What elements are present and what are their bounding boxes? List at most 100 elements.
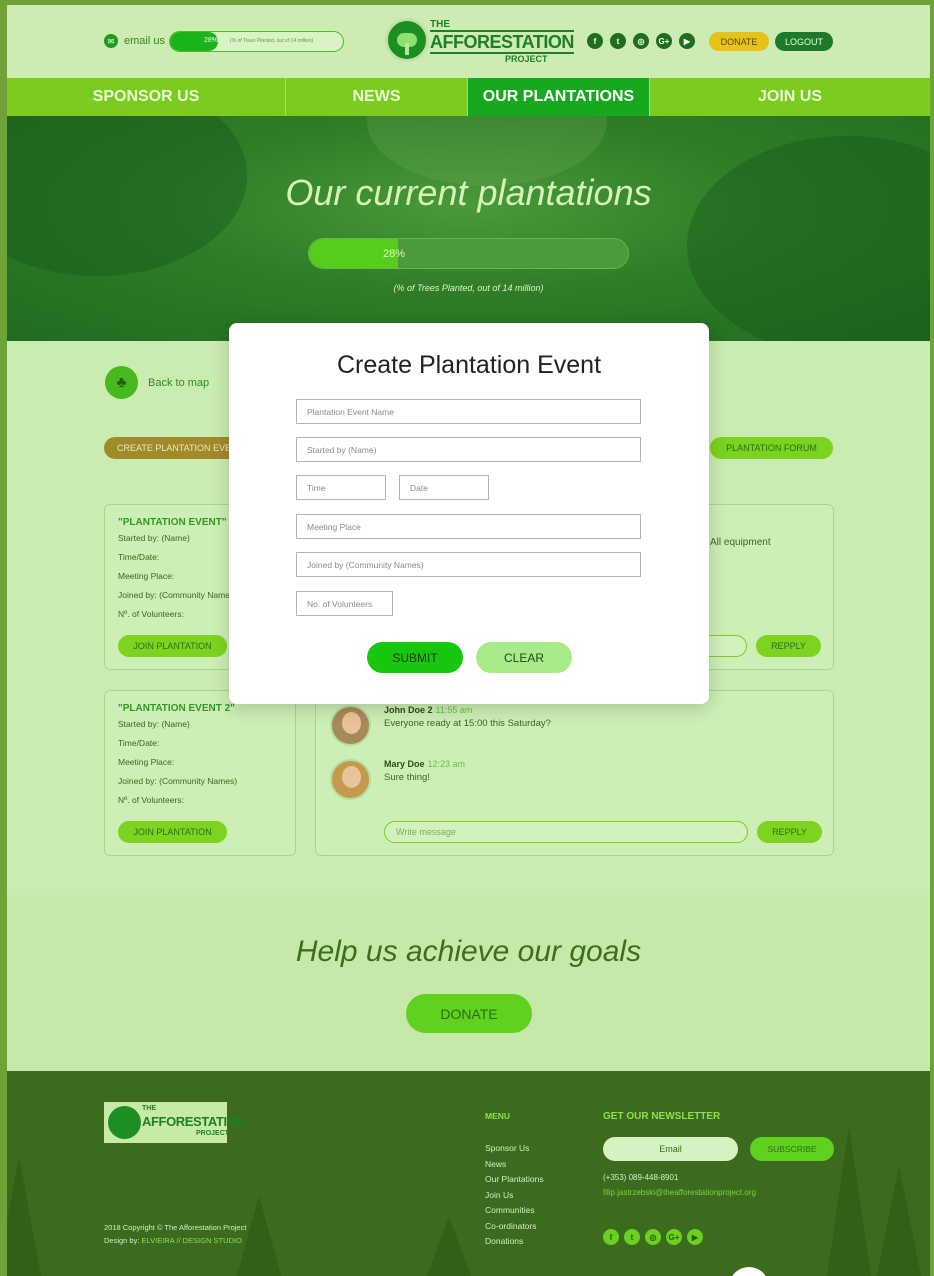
footer-menu-join-us[interactable]: Join Us (485, 1188, 544, 1204)
footer-menu-news[interactable]: News (485, 1157, 544, 1173)
twitter-icon[interactable]: t (624, 1229, 640, 1245)
google-plus-icon[interactable]: G+ (666, 1229, 682, 1245)
hero-foliage (687, 136, 930, 341)
footer-menu-sponsor-us[interactable]: Sponsor Us (485, 1141, 544, 1157)
logo-name: AFFORESTATION (142, 1114, 246, 1129)
equipment-text: All equipment (710, 537, 771, 548)
reply-button[interactable]: REPPLY (756, 635, 821, 657)
avatar (330, 705, 371, 746)
footer-menu-title: MENU (485, 1111, 511, 1121)
newsletter-title: GET OUR NEWSLETTER (603, 1111, 721, 1122)
modal-title: Create Plantation Event (336, 351, 602, 379)
join-plantation-button[interactable]: JOIN PLANTATION (118, 821, 227, 843)
message-time: 12:23 am (427, 759, 466, 769)
email-us-label: email us (124, 35, 165, 47)
header-donate-button[interactable]: DONATE (709, 32, 769, 51)
event-name-field[interactable] (296, 399, 641, 424)
instagram-icon[interactable]: ◎ (645, 1229, 661, 1245)
event-started-by: Started by: (Name) (118, 719, 190, 729)
message-author: John Doe 2 11:55 am (384, 705, 551, 715)
event-joined-by: Joined by: (Community Names) (118, 776, 238, 786)
instagram-icon[interactable]: ◎ (633, 33, 649, 49)
back-to-map-link[interactable]: ♣ Back to map (105, 366, 209, 399)
newsletter-email-input[interactable]: Email (603, 1137, 738, 1161)
tree-silhouette (7, 1156, 41, 1276)
subscribe-button[interactable]: SUBSCRIBE (750, 1137, 834, 1161)
design-studio-link[interactable]: ELVIEIRA // DESIGN STUDIO (142, 1236, 242, 1245)
header-progress-caption: (% of Trees Planted, out of 14 million) (230, 38, 314, 44)
write-message-input[interactable]: Write message (384, 821, 748, 843)
nav-news[interactable]: NEWS (286, 78, 468, 116)
email-us-link[interactable]: ✉ email us (104, 34, 165, 48)
logout-button[interactable]: LOGOUT (775, 32, 833, 51)
event-card: "PLANTATION EVENT 2" Started by: (Name) … (104, 690, 296, 856)
nav-our-plantations[interactable]: OUR PLANTATIONS (468, 78, 650, 124)
join-plantation-button[interactable]: JOIN PLANTATION (118, 635, 227, 657)
hero-progress-percent: 28% (383, 248, 406, 260)
footer-menu-coordinators[interactable]: Co-ordinators (485, 1219, 544, 1235)
create-plantation-event-modal: Create Plantation Event SUBMIT CLEAR (229, 323, 709, 704)
plantation-forum-button[interactable]: PLANTATION FORUM (710, 437, 833, 459)
header-social-links: f t ◎ G+ ▶ (587, 33, 695, 49)
logo-project: PROJECT (505, 54, 548, 64)
goals-donate-button[interactable]: DONATE (406, 994, 532, 1033)
logo-the: THE (142, 1105, 156, 1112)
main-nav: SPONSOR US NEWS OUR PLANTATIONS JOIN US (7, 78, 930, 124)
goals-title: Help us achieve our goals (295, 935, 642, 968)
event-time-date: Time/Date: (118, 738, 160, 748)
footer-copyright: 2018 Copyright © The Afforestation Proje… (104, 1221, 246, 1247)
avatar (330, 759, 371, 800)
chat-card: John Doe 2 11:55 am Everyone ready at 15:… (315, 690, 834, 856)
envelope-icon: ✉ (104, 34, 118, 48)
design-by-prefix: Design by: (104, 1236, 140, 1245)
submit-button[interactable]: SUBMIT (367, 642, 463, 673)
footer-menu-communities[interactable]: Communities (485, 1203, 544, 1219)
tree-logo-icon (385, 18, 429, 62)
header-progress-bar: 28% (% of Trees Planted, out of 14 milli… (169, 31, 344, 52)
nav-sponsor-us[interactable]: SPONSOR US (7, 78, 286, 116)
hero-progress-caption: (% of Trees Planted, out of 14 million) (393, 283, 544, 293)
header: ✉ email us 28% (% of Trees Planted, out … (7, 5, 930, 78)
back-to-map-label: Back to map (148, 376, 210, 389)
tree-logo-icon (108, 1106, 141, 1139)
logo-the: THE (430, 19, 450, 30)
design-credit: Design by: ELVIEIRA // DESIGN STUDIO (104, 1234, 246, 1247)
page: ✉ email us 28% (% of Trees Planted, out … (7, 5, 930, 1276)
event-meeting-place: Meeting Place: (118, 757, 175, 767)
event-volunteers: Nº. of Volunteers: (118, 795, 184, 805)
message-time: 11:55 am (435, 705, 473, 715)
volunteers-field[interactable] (296, 591, 393, 616)
google-plus-icon[interactable]: G+ (656, 33, 672, 49)
footer-menu-donations[interactable]: Donations (485, 1234, 544, 1250)
youtube-icon[interactable]: ▶ (679, 33, 695, 49)
twitter-icon[interactable]: t (610, 33, 626, 49)
event-title: "PLANTATION EVENT 2" (118, 703, 235, 714)
write-message-input[interactable] (707, 635, 747, 657)
date-field[interactable] (399, 475, 489, 500)
footer-menu: Sponsor Us News Our Plantations Join Us … (485, 1141, 544, 1250)
footer-phone: (+353) 089-448-8901 (603, 1173, 679, 1182)
youtube-icon[interactable]: ▶ (687, 1229, 703, 1245)
site-logo[interactable]: THE AFFORESTATION PROJECT (385, 18, 574, 64)
footer-social-links: f t ◎ G+ ▶ (603, 1229, 703, 1245)
tree-silhouette (427, 1216, 471, 1276)
clear-button[interactable]: CLEAR (476, 642, 572, 673)
tree-icon: ♣ (105, 366, 138, 399)
message-text: Sure thing! (384, 772, 430, 783)
goals-section: Help us achieve our goals DONATE (7, 895, 930, 1071)
logo-name: AFFORESTATION (430, 30, 574, 54)
footer-menu-our-plantations[interactable]: Our Plantations (485, 1172, 544, 1188)
nav-join-us[interactable]: JOIN US (650, 78, 930, 116)
started-by-field[interactable] (296, 437, 641, 462)
footer-logo[interactable]: THE AFFORESTATION PROJECT (104, 1102, 246, 1143)
meeting-place-field[interactable] (296, 514, 641, 539)
time-field[interactable] (296, 475, 386, 500)
footer-email-link[interactable]: filip.jastrzebski@theafforestationprojec… (603, 1188, 756, 1197)
joined-by-field[interactable] (296, 552, 641, 577)
scroll-to-top-button[interactable] (729, 1267, 769, 1276)
hero-progress-bar: 28% (308, 238, 629, 269)
facebook-icon[interactable]: f (603, 1229, 619, 1245)
chat-message: Mary Doe 12:23 am Sure thing! (330, 759, 465, 800)
reply-button[interactable]: REPPLY (757, 821, 822, 843)
facebook-icon[interactable]: f (587, 33, 603, 49)
